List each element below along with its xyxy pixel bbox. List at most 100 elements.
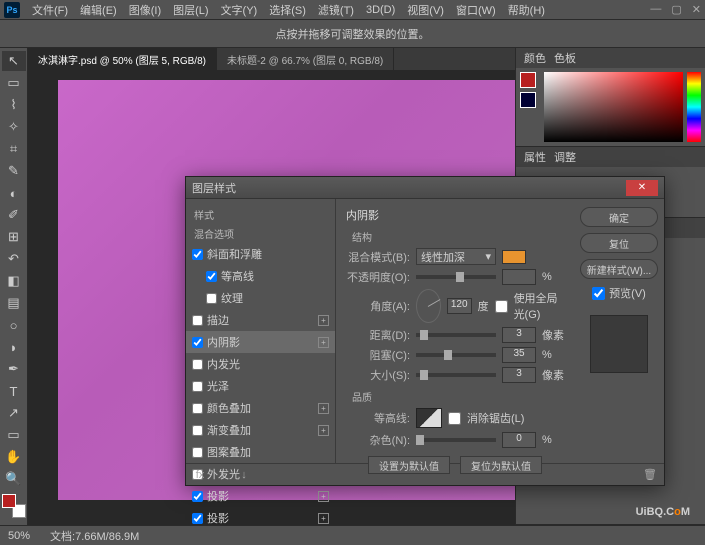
style-item-grad_overlay[interactable]: 渐变叠加+ (186, 419, 335, 441)
style-item-texture[interactable]: 纹理 (186, 287, 335, 309)
style-item-inner_shadow[interactable]: 内阴影+ (186, 331, 335, 353)
menu-image[interactable]: 图像(I) (129, 2, 161, 18)
gradient-tool[interactable]: ▤ (2, 293, 26, 313)
style-item-satin[interactable]: 光泽 (186, 375, 335, 397)
blend-options-header[interactable]: 混合选项 (186, 224, 335, 243)
size-input[interactable]: 3 (502, 367, 536, 383)
noise-slider[interactable] (416, 438, 496, 442)
menu-edit[interactable]: 编辑(E) (80, 2, 117, 18)
dialog-close-button[interactable]: ✕ (626, 180, 658, 196)
style-item-stroke[interactable]: 描边+ (186, 309, 335, 331)
menu-type[interactable]: 文字(Y) (221, 2, 258, 18)
style-checkbox-drop_shadow[interactable] (192, 491, 203, 502)
add-effect-icon[interactable]: + (318, 403, 329, 414)
crop-tool[interactable]: ⌗ (2, 139, 26, 159)
menu-view[interactable]: 视图(V) (407, 2, 444, 18)
pen-tool[interactable]: ✒ (2, 359, 26, 379)
blend-mode-select[interactable]: 线性加深▾ (416, 248, 496, 265)
reset-default-button[interactable]: 复位为默认值 (460, 456, 542, 474)
menu-window[interactable]: 窗口(W) (456, 2, 496, 18)
preview-checkbox[interactable] (592, 287, 605, 300)
angle-input[interactable]: 120 (447, 298, 472, 314)
hand-tool[interactable]: ✋ (2, 447, 26, 467)
close-icon[interactable]: ✕ (692, 3, 701, 16)
style-checkbox-inner_shadow[interactable] (192, 337, 203, 348)
zoom-value[interactable]: 50% (8, 530, 30, 542)
adjust-panel-tab[interactable]: 调整 (554, 149, 576, 165)
style-checkbox-texture[interactable] (206, 293, 217, 304)
hue-strip[interactable] (687, 72, 701, 142)
path-tool[interactable]: ↗ (2, 403, 26, 423)
color-field[interactable] (544, 72, 683, 142)
opacity-slider[interactable] (416, 275, 496, 279)
styles-header[interactable]: 样式 (186, 205, 335, 224)
bg-swatch[interactable] (520, 92, 536, 108)
new-style-button[interactable]: 新建样式(W)... (580, 259, 658, 279)
color-panel-tab[interactable]: 颜色 (524, 50, 546, 66)
color-swatches[interactable] (2, 494, 26, 518)
stamp-tool[interactable]: ⊞ (2, 227, 26, 247)
heal-tool[interactable]: ◐ (2, 183, 26, 203)
blur-tool[interactable]: ○ (2, 315, 26, 335)
style-item-outer_glow[interactable]: 外发光 (186, 463, 335, 485)
contour-picker[interactable] (416, 408, 442, 428)
add-effect-icon[interactable]: + (318, 337, 329, 348)
style-checkbox-satin[interactable] (192, 381, 203, 392)
style-checkbox-color_overlay[interactable] (192, 403, 203, 414)
dialog-titlebar[interactable]: 图层样式 ✕ (186, 177, 664, 199)
brush-tool[interactable]: ✐ (2, 205, 26, 225)
type-tool[interactable]: T (2, 381, 26, 401)
menu-select[interactable]: 选择(S) (269, 2, 306, 18)
zoom-tool[interactable]: 🔍 (2, 469, 26, 489)
style-checkbox-contour[interactable] (206, 271, 217, 282)
choke-slider[interactable] (416, 353, 496, 357)
swatches-panel-tab[interactable]: 色板 (554, 50, 576, 66)
lasso-tool[interactable]: ⌇ (2, 95, 26, 115)
fg-swatch[interactable] (520, 72, 536, 88)
distance-slider[interactable] (416, 333, 496, 337)
ok-button[interactable]: 确定 (580, 207, 658, 227)
add-effect-icon[interactable]: + (318, 315, 329, 326)
props-panel-tab[interactable]: 属性 (524, 149, 546, 165)
dodge-tool[interactable]: ◗ (2, 337, 26, 357)
style-item-drop_shadow[interactable]: 投影+ (186, 485, 335, 507)
add-effect-icon[interactable]: + (318, 491, 329, 502)
tab-doc2[interactable]: 未标题-2 @ 66.7% (图层 0, RGB/8) (217, 48, 394, 70)
menu-help[interactable]: 帮助(H) (508, 2, 545, 18)
menu-3d[interactable]: 3D(D) (366, 4, 395, 16)
style-checkbox-inner_glow[interactable] (192, 359, 203, 370)
maximize-icon[interactable]: ▢ (671, 3, 681, 16)
choke-input[interactable]: 35 (502, 347, 536, 363)
menu-filter[interactable]: 滤镜(T) (318, 2, 354, 18)
distance-input[interactable]: 3 (502, 327, 536, 343)
history-brush-tool[interactable]: ↶ (2, 249, 26, 269)
style-checkbox-stroke[interactable] (192, 315, 203, 326)
shadow-color-swatch[interactable] (502, 250, 526, 264)
antialias-checkbox[interactable] (448, 412, 461, 425)
color-picker[interactable] (516, 68, 705, 146)
wand-tool[interactable]: ✧ (2, 117, 26, 137)
angle-dial[interactable] (416, 289, 441, 323)
minimize-icon[interactable]: — (650, 3, 661, 16)
menu-layer[interactable]: 图层(L) (173, 2, 208, 18)
eraser-tool[interactable]: ◧ (2, 271, 26, 291)
style-item-contour[interactable]: 等高线 (186, 265, 335, 287)
style-item-drop_shadow2[interactable]: 投影+ (186, 507, 335, 529)
marquee-tool[interactable]: ▭ (2, 73, 26, 93)
eyedropper-tool[interactable]: ✎ (2, 161, 26, 181)
move-tool[interactable]: ↖ (2, 51, 26, 71)
style-checkbox-drop_shadow2[interactable] (192, 513, 203, 524)
style-checkbox-pat_overlay[interactable] (192, 447, 203, 458)
fx-icon[interactable]: fx (192, 467, 208, 483)
tab-doc1[interactable]: 冰淇淋字.psd @ 50% (图层 5, RGB/8) (28, 48, 217, 70)
noise-input[interactable]: 0 (502, 432, 536, 448)
global-light-checkbox[interactable] (495, 300, 508, 313)
style-item-pat_overlay[interactable]: 图案叠加 (186, 441, 335, 463)
opacity-input[interactable] (502, 269, 536, 285)
style-item-inner_glow[interactable]: 内发光 (186, 353, 335, 375)
style-item-color_overlay[interactable]: 颜色叠加+ (186, 397, 335, 419)
trash-icon[interactable]: 🗑 (642, 467, 658, 483)
shape-tool[interactable]: ▭ (2, 425, 26, 445)
add-effect-icon[interactable]: + (318, 513, 329, 524)
arrow-up-icon[interactable]: ↑ (214, 467, 230, 483)
